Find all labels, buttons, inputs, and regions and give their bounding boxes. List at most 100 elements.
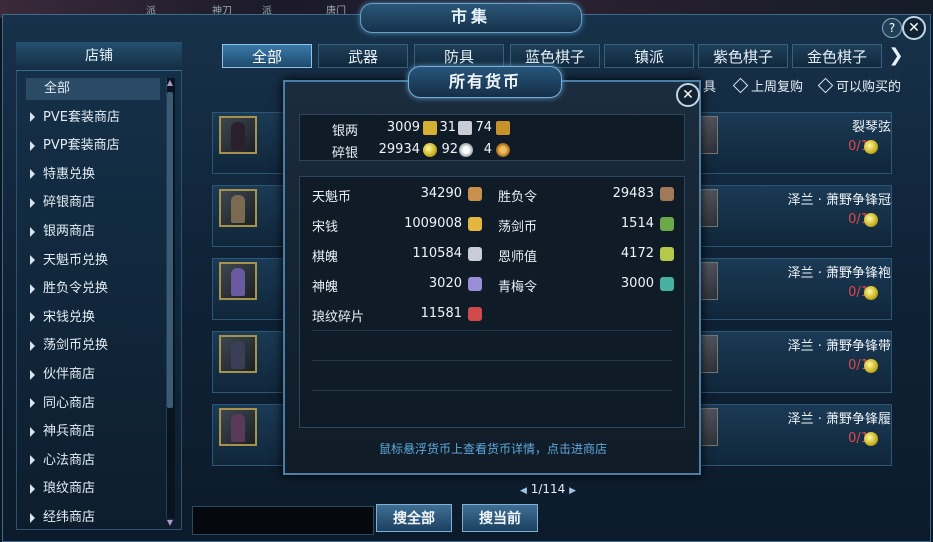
item-name: 泽兰 · 萧野争锋带 xyxy=(787,339,891,354)
currency-label[interactable]: 宋钱 xyxy=(312,216,338,235)
sidebar-item[interactable]: PVE套装商店 xyxy=(30,107,160,129)
currency-label[interactable]: 琅纹碎片 xyxy=(312,306,364,325)
sidebar-item-label: 天魁币兑换 xyxy=(43,252,109,268)
qingmei-token-icon[interactable] xyxy=(660,277,674,291)
price-coin-icon xyxy=(864,140,878,154)
sidebar-item[interactable]: 碎银商店 xyxy=(30,192,160,214)
langwen-shard-icon[interactable] xyxy=(468,307,482,321)
mentor-value-icon[interactable] xyxy=(660,247,674,261)
item-icon[interactable] xyxy=(219,408,257,446)
sidebar-item[interactable]: 伙伴商店 xyxy=(30,364,160,386)
sidebar-item-label: 同心商店 xyxy=(43,395,96,411)
category-tab[interactable]: 镇派 xyxy=(604,44,694,68)
shenpo-icon[interactable] xyxy=(468,277,482,291)
item-icon[interactable] xyxy=(219,189,257,227)
tab-next-icon[interactable]: ❯ xyxy=(884,44,908,68)
popup-close-button[interactable]: ✕ xyxy=(676,83,700,107)
sidebar-item[interactable]: 胜负令兑换 xyxy=(30,278,160,300)
qipo-icon[interactable] xyxy=(468,247,482,261)
silver-coin-icon xyxy=(459,143,473,157)
tiankui-coin-icon[interactable] xyxy=(468,187,482,201)
broken-silver-gold-value: 29934 xyxy=(378,142,420,157)
sidebar-scroll-thumb[interactable] xyxy=(167,92,173,408)
prev-page-icon[interactable]: ◀ xyxy=(520,486,527,496)
currency-value: 3000 xyxy=(620,276,654,291)
category-tab[interactable]: 武器 xyxy=(318,44,408,68)
silver-gold-value: 3009 xyxy=(386,120,420,135)
window-title-plate: 市集 xyxy=(360,3,582,33)
page-indicator: 1/114 xyxy=(530,482,566,496)
category-tab[interactable]: 全部 xyxy=(222,44,312,68)
currency-value: 29483 xyxy=(612,186,654,201)
help-button[interactable]: ? xyxy=(882,18,902,38)
expand-arrow-icon xyxy=(30,426,35,437)
sidebar-item[interactable]: 琅纹商店 xyxy=(30,478,160,500)
scroll-up-icon[interactable]: ▲ xyxy=(165,78,175,88)
checkbox-icon[interactable] xyxy=(817,77,834,94)
sidebar-item[interactable]: 心法商店 xyxy=(30,450,160,472)
filter-partial-label: 具 xyxy=(703,80,717,95)
item-name: 泽兰 · 萧野争锋履 xyxy=(787,412,891,427)
sidebar-item[interactable]: 经纬商店 xyxy=(30,507,160,529)
search-all-button[interactable]: 搜全部 xyxy=(376,504,452,532)
expand-arrow-icon xyxy=(30,512,35,523)
sidebar-item[interactable]: 全部 xyxy=(26,78,160,100)
checkbox-icon[interactable] xyxy=(732,77,749,94)
expand-arrow-icon xyxy=(30,340,35,351)
expand-arrow-icon xyxy=(30,140,35,151)
filter-last-week-label: 上周复购 xyxy=(751,80,804,95)
equipment-figure-icon xyxy=(231,414,245,442)
silver-label: 银两 xyxy=(332,124,359,139)
scroll-down-icon[interactable]: ▼ xyxy=(165,518,175,528)
window-close-button[interactable]: ✕ xyxy=(902,16,926,40)
currency-label[interactable]: 荡剑币 xyxy=(498,216,537,235)
sidebar-item[interactable]: 特惠兑换 xyxy=(30,164,160,186)
sidebar-item-label: PVE套装商店 xyxy=(43,109,120,125)
currency-label[interactable]: 恩师值 xyxy=(498,246,537,265)
category-tab[interactable]: 防具 xyxy=(414,44,504,68)
item-icon[interactable] xyxy=(219,262,257,300)
currency-value: 11581 xyxy=(420,306,462,321)
expand-arrow-icon xyxy=(30,112,35,123)
sidebar-item[interactable]: 同心商店 xyxy=(30,393,160,415)
sidebar-item[interactable]: 荡剑币兑换 xyxy=(30,335,160,357)
sidebar-item[interactable]: 银两商店 xyxy=(30,221,160,243)
item-icon[interactable] xyxy=(219,116,257,154)
sidebar-item-label: PVP套装商店 xyxy=(43,138,120,154)
currency-label[interactable]: 胜负令 xyxy=(498,186,537,205)
dangjian-coin-icon[interactable] xyxy=(660,217,674,231)
category-tab[interactable]: 蓝色棋子 xyxy=(510,44,600,68)
sidebar-item[interactable]: PVP套装商店 xyxy=(30,135,160,157)
filter-last-week[interactable]: 上周复购 xyxy=(732,76,804,95)
equipment-figure-icon xyxy=(231,195,245,223)
item-name: 裂琴弦 xyxy=(851,120,891,135)
expand-arrow-icon xyxy=(30,312,35,323)
gold-coin-icon xyxy=(423,143,437,157)
broken-silver-label: 碎银 xyxy=(332,146,359,161)
song-coin-icon[interactable] xyxy=(468,217,482,231)
sidebar-item-label: 琅纹商店 xyxy=(43,481,96,497)
sidebar-item[interactable]: 天魁币兑换 xyxy=(30,250,160,272)
category-tab[interactable]: 紫色棋子 xyxy=(698,44,788,68)
sidebar-item-label: 心法商店 xyxy=(43,452,96,468)
expand-arrow-icon xyxy=(30,483,35,494)
next-page-icon[interactable]: ▶ xyxy=(569,486,576,496)
category-tab[interactable]: 金色棋子 xyxy=(792,44,882,68)
currency-label[interactable]: 天魁币 xyxy=(312,186,351,205)
filter-can-buy[interactable]: 可以购买的 xyxy=(817,76,901,95)
item-preview-icon xyxy=(700,335,718,373)
sidebar-item-label: 碎银商店 xyxy=(43,195,96,211)
search-input[interactable] xyxy=(192,506,374,535)
sidebar-item-label: 经纬商店 xyxy=(43,510,96,525)
currency-label[interactable]: 青梅令 xyxy=(498,276,537,295)
sidebar-item[interactable]: 神兵商店 xyxy=(30,421,160,443)
price-coin-icon xyxy=(864,359,878,373)
currency-label[interactable]: 神魄 xyxy=(312,276,338,295)
shengfu-token-icon[interactable] xyxy=(660,187,674,201)
currency-label[interactable]: 棋魄 xyxy=(312,246,338,265)
search-current-button[interactable]: 搜当前 xyxy=(462,504,538,532)
expand-arrow-icon xyxy=(30,455,35,466)
item-icon[interactable] xyxy=(219,335,257,373)
sidebar-item[interactable]: 宋钱兑换 xyxy=(30,307,160,329)
item-preview-icon xyxy=(700,262,718,300)
